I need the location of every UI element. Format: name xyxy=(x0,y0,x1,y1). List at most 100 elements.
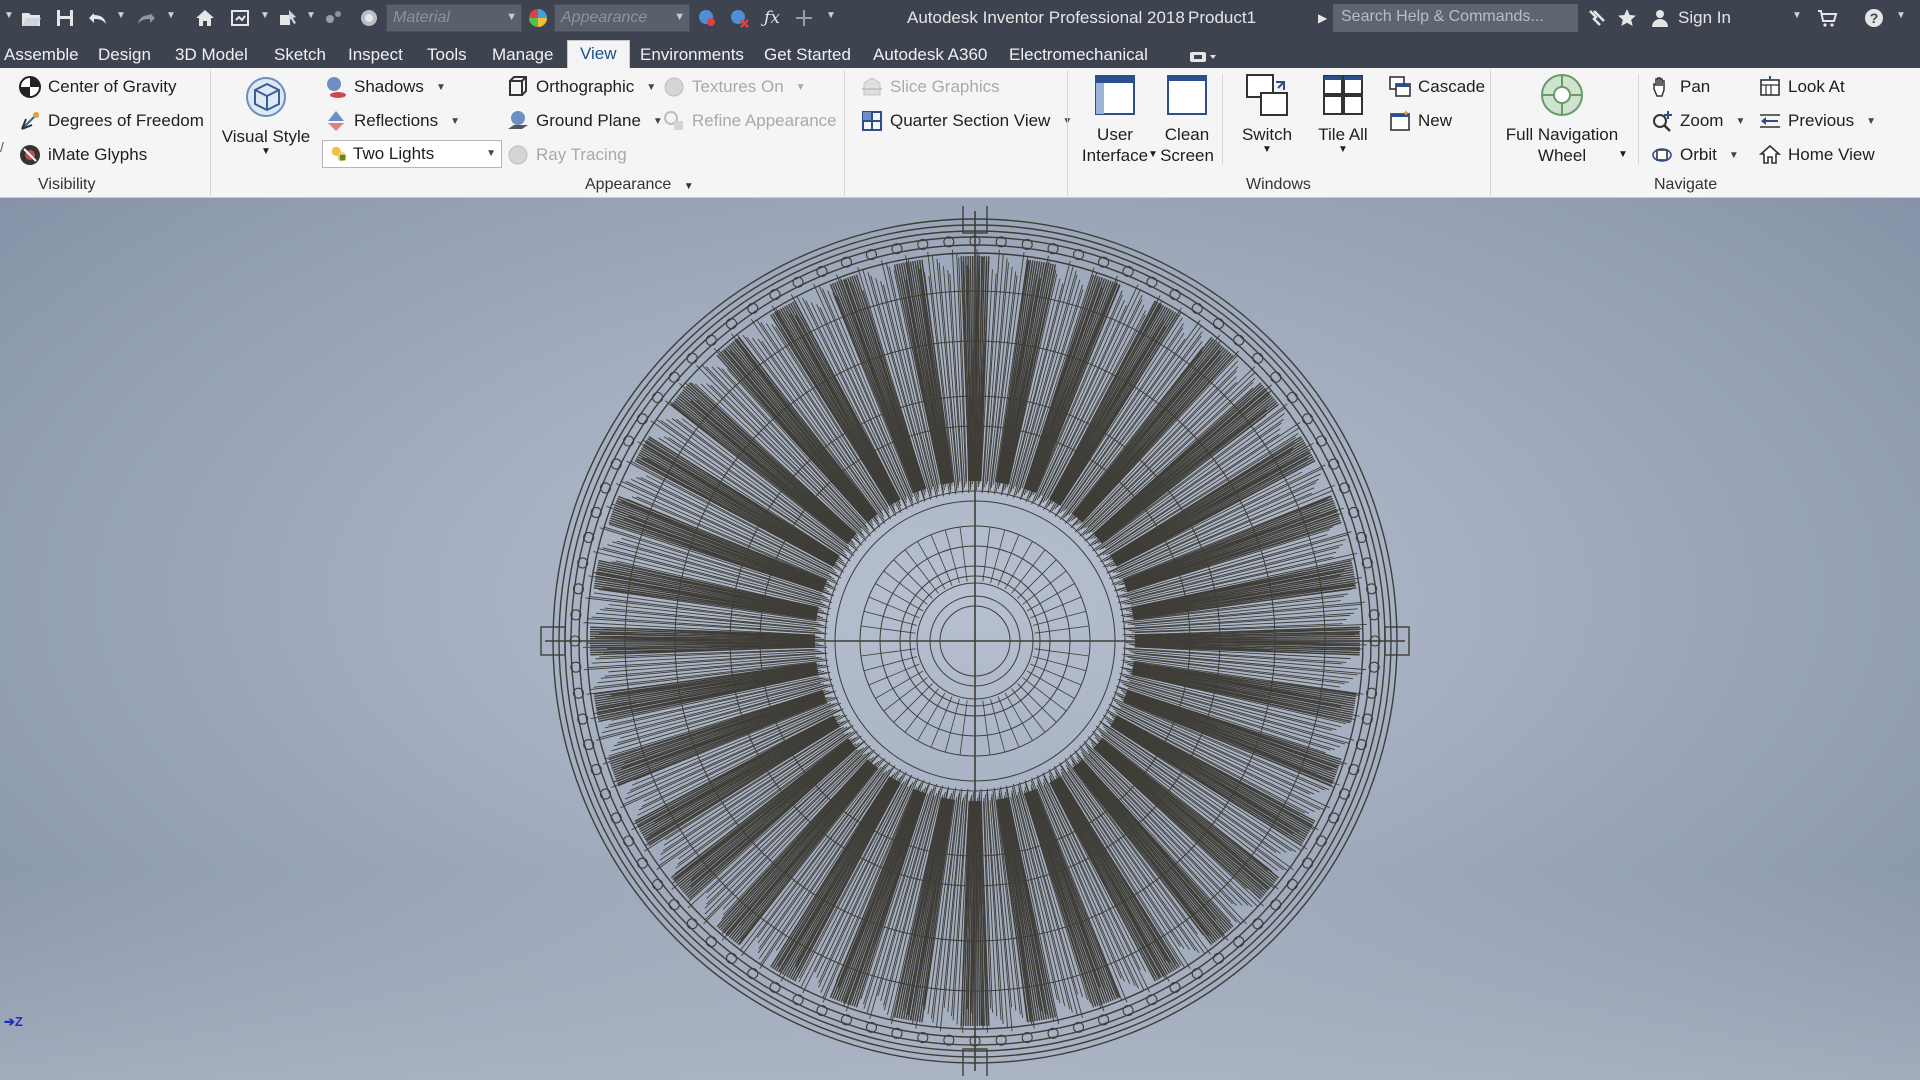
chevron-right-icon[interactable]: ▶ xyxy=(1318,11,1327,25)
chevron-down-icon[interactable]: ▼ xyxy=(116,10,126,21)
material-combo[interactable]: Material ▼ xyxy=(386,4,522,32)
ray-tracing-button[interactable]: Ray Tracing xyxy=(506,143,627,167)
plus-icon[interactable] xyxy=(792,5,816,31)
slice-graphics-button[interactable]: Slice Graphics xyxy=(860,75,1000,99)
update-icon[interactable] xyxy=(226,5,254,31)
tab-autodesk-a360[interactable]: Autodesk A360 xyxy=(873,42,987,68)
appearance-panel-label-wrap[interactable]: Appearance ▼ xyxy=(585,176,694,194)
new-window-icon xyxy=(1388,109,1412,133)
star-icon[interactable] xyxy=(1614,5,1640,31)
appearance-panel-label: Appearance xyxy=(585,176,672,193)
tab-electromechanical[interactable]: Electromechanical xyxy=(1009,42,1148,68)
switch-button[interactable]: Switch ▼ xyxy=(1230,72,1304,155)
clean-screen-button[interactable]: Clean Screen xyxy=(1158,72,1216,166)
material-combo-text: Material xyxy=(393,9,450,26)
orthographic-button[interactable]: Orthographic ▼ xyxy=(506,75,656,99)
chevron-down-icon[interactable]: ▼ xyxy=(1896,10,1906,21)
appearance-combo[interactable]: Appearance ▼ xyxy=(554,4,690,32)
lighting-style-combo[interactable]: Two Lights ▼ xyxy=(322,140,502,168)
document-name: Product1 xyxy=(1188,8,1257,27)
search-placeholder: Search Help & Commands... xyxy=(1341,8,1544,25)
chevron-down-icon: ▼ xyxy=(450,115,461,127)
wireframe-assembly-model[interactable] xyxy=(540,206,1410,1076)
search-binoculars-icon[interactable] xyxy=(1584,5,1610,31)
tab-design[interactable]: Design xyxy=(98,42,151,68)
save-icon[interactable] xyxy=(52,5,78,31)
reflections-icon xyxy=(324,109,348,133)
panel-divider xyxy=(1222,74,1223,164)
new-window-button[interactable]: New xyxy=(1388,109,1452,133)
home-view-button[interactable]: Home View xyxy=(1758,143,1875,167)
tab-environments[interactable]: Environments xyxy=(640,42,744,68)
user-interface-button[interactable]: User Interface ▼ xyxy=(1076,72,1158,166)
cascade-button[interactable]: Cascade xyxy=(1388,75,1485,99)
center-of-gravity-label: Center of Gravity xyxy=(48,77,177,96)
shadows-button[interactable]: Shadows ▼ xyxy=(324,75,446,99)
look-at-icon xyxy=(1758,75,1782,99)
reflections-label: Reflections xyxy=(354,111,439,130)
tab-manage[interactable]: Manage xyxy=(492,42,553,68)
tab-get-started[interactable]: Get Started xyxy=(764,42,851,68)
center-of-gravity-button[interactable]: Center of Gravity xyxy=(18,75,177,99)
ribbon-tabs: Assemble Design 3D Model Sketch Inspect … xyxy=(0,37,1920,68)
chevron-down-icon[interactable]: ▼ xyxy=(1792,10,1802,21)
full-nav-label-1: Full Navigation xyxy=(1505,125,1619,144)
select-filter-icon[interactable] xyxy=(274,5,302,31)
zoom-button[interactable]: Zoom ▼ xyxy=(1650,109,1745,133)
appearance-combo-text: Appearance xyxy=(561,9,648,26)
user-icon[interactable] xyxy=(1648,5,1672,31)
tile-all-icon xyxy=(1320,72,1366,118)
tab-3d-model[interactable]: 3D Model xyxy=(175,42,248,68)
textures-on-button[interactable]: Textures On ▼ xyxy=(662,75,806,99)
chevron-down-icon: ▼ xyxy=(486,148,496,159)
refine-appearance-button[interactable]: Refine Appearance xyxy=(662,109,837,133)
quarter-section-view-button[interactable]: Quarter Section View ▼ xyxy=(860,109,1072,133)
undo-icon[interactable] xyxy=(86,5,110,31)
orbit-label: Orbit xyxy=(1680,145,1717,164)
sign-in-link[interactable]: Sign In xyxy=(1678,8,1731,28)
ribbon-display-toggle-icon[interactable] xyxy=(1186,44,1220,70)
reflections-button[interactable]: Reflections ▼ xyxy=(324,109,460,133)
appearance-color-icon[interactable] xyxy=(525,5,551,31)
help-icon[interactable]: ? xyxy=(1862,5,1886,31)
orthographic-icon xyxy=(506,75,530,99)
degrees-of-freedom-button[interactable]: Degrees of Freedom xyxy=(18,109,204,133)
tab-tools[interactable]: Tools xyxy=(427,42,467,68)
visual-style-button[interactable]: Visual Style ▼ xyxy=(220,74,312,157)
imate-glyphs-button[interactable]: iMate Glyphs xyxy=(18,143,147,167)
wireframe-geometry xyxy=(540,206,1410,1076)
chevron-down-icon: ▼ xyxy=(1728,149,1739,161)
textures-icon xyxy=(662,75,686,99)
ground-plane-button[interactable]: Ground Plane ▼ xyxy=(506,109,663,133)
material-icon[interactable] xyxy=(355,5,383,31)
chevron-down-icon[interactable]: ▼ xyxy=(260,10,270,21)
pan-button[interactable]: Pan xyxy=(1650,75,1710,99)
search-input[interactable]: Search Help & Commands... xyxy=(1333,4,1578,32)
open-icon[interactable] xyxy=(18,5,44,31)
cart-icon[interactable] xyxy=(1812,5,1842,31)
adjust-appearance-icon[interactable] xyxy=(694,5,720,31)
switch-label: Switch xyxy=(1241,125,1293,144)
redo-icon[interactable] xyxy=(134,5,158,31)
chevron-down-icon[interactable]: ▼ xyxy=(306,10,316,21)
clear-appearance-icon[interactable] xyxy=(726,5,752,31)
panel-divider xyxy=(844,70,845,196)
tile-all-button[interactable]: Tile All ▼ xyxy=(1308,72,1378,155)
parameters-fx-icon[interactable]: ƒx xyxy=(760,5,784,31)
tab-view[interactable]: View xyxy=(567,40,630,68)
adjust-icon[interactable] xyxy=(320,5,348,31)
tab-sketch[interactable]: Sketch xyxy=(274,42,326,68)
graphics-viewport[interactable]: ➔Z xyxy=(0,198,1920,1080)
look-at-button[interactable]: Look At xyxy=(1758,75,1845,99)
chevron-down-icon[interactable]: ▼ xyxy=(166,10,176,21)
chevron-down-icon: ▼ xyxy=(1338,144,1348,155)
panel-divider xyxy=(210,70,211,196)
home-icon[interactable] xyxy=(192,5,218,31)
tab-inspect[interactable]: Inspect xyxy=(348,42,403,68)
full-navigation-wheel-button[interactable]: Full Navigation Wheel ▼ xyxy=(1500,72,1628,166)
chevron-down-icon[interactable]: ▼ xyxy=(4,10,14,21)
tab-assemble[interactable]: Assemble xyxy=(4,42,79,68)
customize-chevron-icon[interactable]: ▼ xyxy=(826,10,836,21)
orbit-button[interactable]: Orbit ▼ xyxy=(1650,143,1739,167)
previous-view-button[interactable]: Previous ▼ xyxy=(1758,109,1876,133)
